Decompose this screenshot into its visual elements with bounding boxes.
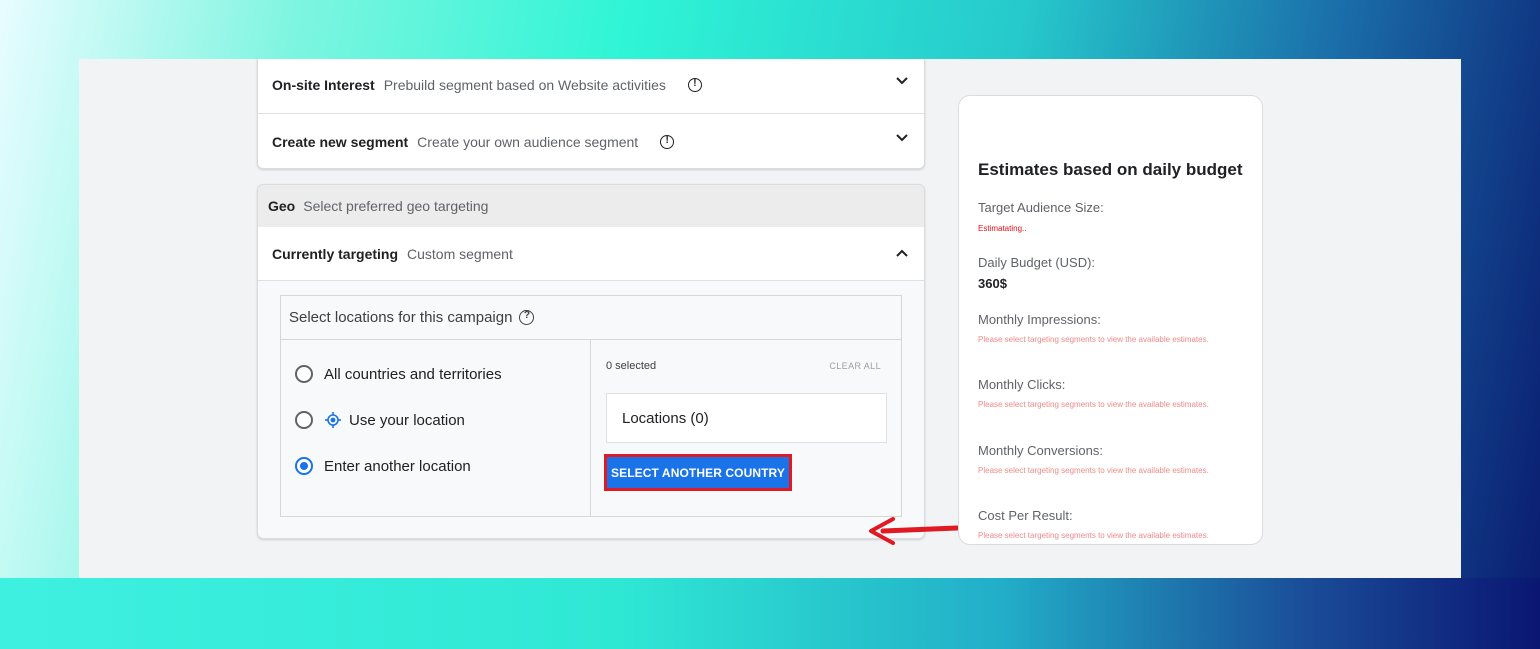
segment-row-create-new[interactable]: Create new segment Create your own audie…: [258, 113, 924, 169]
locations-panel: Select locations for this campaign All c…: [280, 295, 902, 517]
info-icon[interactable]: [687, 78, 702, 92]
location-options: All countries and territories Use your l…: [281, 340, 591, 516]
estimate-note: Please select targeting segments to view…: [978, 466, 1209, 475]
currently-targeting-label: Currently targeting: [272, 245, 399, 262]
estimate-note: Please select targeting segments to view…: [978, 531, 1209, 540]
radio-button[interactable]: [295, 365, 313, 383]
chevron-down-icon[interactable]: [896, 134, 908, 144]
daily-budget-value: 360$: [978, 276, 1007, 291]
option-enter-location[interactable]: Enter another location: [295, 457, 471, 475]
select-another-country-button[interactable]: SELECT ANOTHER COUNTRY: [607, 457, 789, 488]
estimates-title: Estimates based on daily budget: [978, 160, 1243, 179]
highlight-box: SELECT ANOTHER COUNTRY: [604, 454, 792, 491]
estimate-note: Please select targeting segments to view…: [978, 335, 1209, 344]
segment-subtitle: Prebuild segment based on Website activi…: [383, 77, 666, 93]
monthly-clicks-label: Monthly Clicks:: [978, 377, 1066, 392]
audience-size-value: Estimatating..: [978, 224, 1027, 233]
annotation-arrow-icon: [869, 517, 960, 545]
geo-card: Geo Select preferred geo targeting Curre…: [257, 184, 925, 539]
segment-title: Create new segment: [272, 133, 409, 150]
segment-subtitle: Create your own audience segment: [417, 133, 639, 150]
info-icon[interactable]: [660, 134, 675, 149]
help-icon[interactable]: [519, 310, 535, 325]
option-label: All countries and territories: [324, 365, 502, 383]
radio-button[interactable]: [295, 411, 313, 429]
locations-count: Locations (0): [622, 409, 709, 427]
app-screen: On-site Interest Prebuild segment based …: [79, 59, 1461, 578]
segment-row-onsite-interest[interactable]: On-site Interest Prebuild segment based …: [258, 59, 924, 113]
geo-header: Geo Select preferred geo targeting: [258, 185, 924, 227]
cost-per-result-label: Cost Per Result:: [978, 508, 1073, 523]
locations-box: Locations (0): [606, 393, 887, 443]
geo-title: Geo: [268, 198, 296, 214]
option-all-countries[interactable]: All countries and territories: [295, 365, 502, 383]
clear-all-button[interactable]: CLEAR ALL: [829, 361, 881, 371]
segments-card: On-site Interest Prebuild segment based …: [257, 59, 925, 169]
daily-budget-label: Daily Budget (USD):: [978, 255, 1096, 270]
background-band: [0, 578, 1540, 649]
option-label: Use your location: [349, 411, 465, 429]
selected-locations: 0 selected CLEAR ALL Locations (0) SELEC…: [591, 340, 901, 516]
option-use-location[interactable]: Use your location: [295, 411, 465, 429]
radio-button-selected[interactable]: [295, 457, 313, 475]
chevron-up-icon[interactable]: [896, 249, 908, 259]
monthly-conversions-label: Monthly Conversions:: [978, 443, 1103, 458]
segment-title: On-site Interest: [272, 77, 375, 93]
monthly-impressions-label: Monthly Impressions:: [978, 312, 1101, 327]
currently-targeting-value: Custom segment: [407, 245, 513, 262]
locations-panel-title: Select locations for this campaign: [281, 296, 901, 340]
chevron-down-icon[interactable]: [896, 77, 908, 87]
geo-subtitle: Select preferred geo targeting: [303, 198, 489, 214]
selected-count: 0 selected: [606, 360, 657, 372]
currently-targeting-row[interactable]: Currently targeting Custom segment: [258, 227, 924, 281]
estimate-note: Please select targeting segments to view…: [978, 400, 1209, 409]
option-label: Enter another location: [324, 457, 471, 475]
estimates-card: Estimates based on daily budget Target A…: [958, 95, 1263, 545]
my-location-icon: [324, 411, 342, 429]
locations-panel-title-text: Select locations for this campaign: [289, 309, 513, 326]
audience-size-label: Target Audience Size:: [978, 200, 1104, 215]
